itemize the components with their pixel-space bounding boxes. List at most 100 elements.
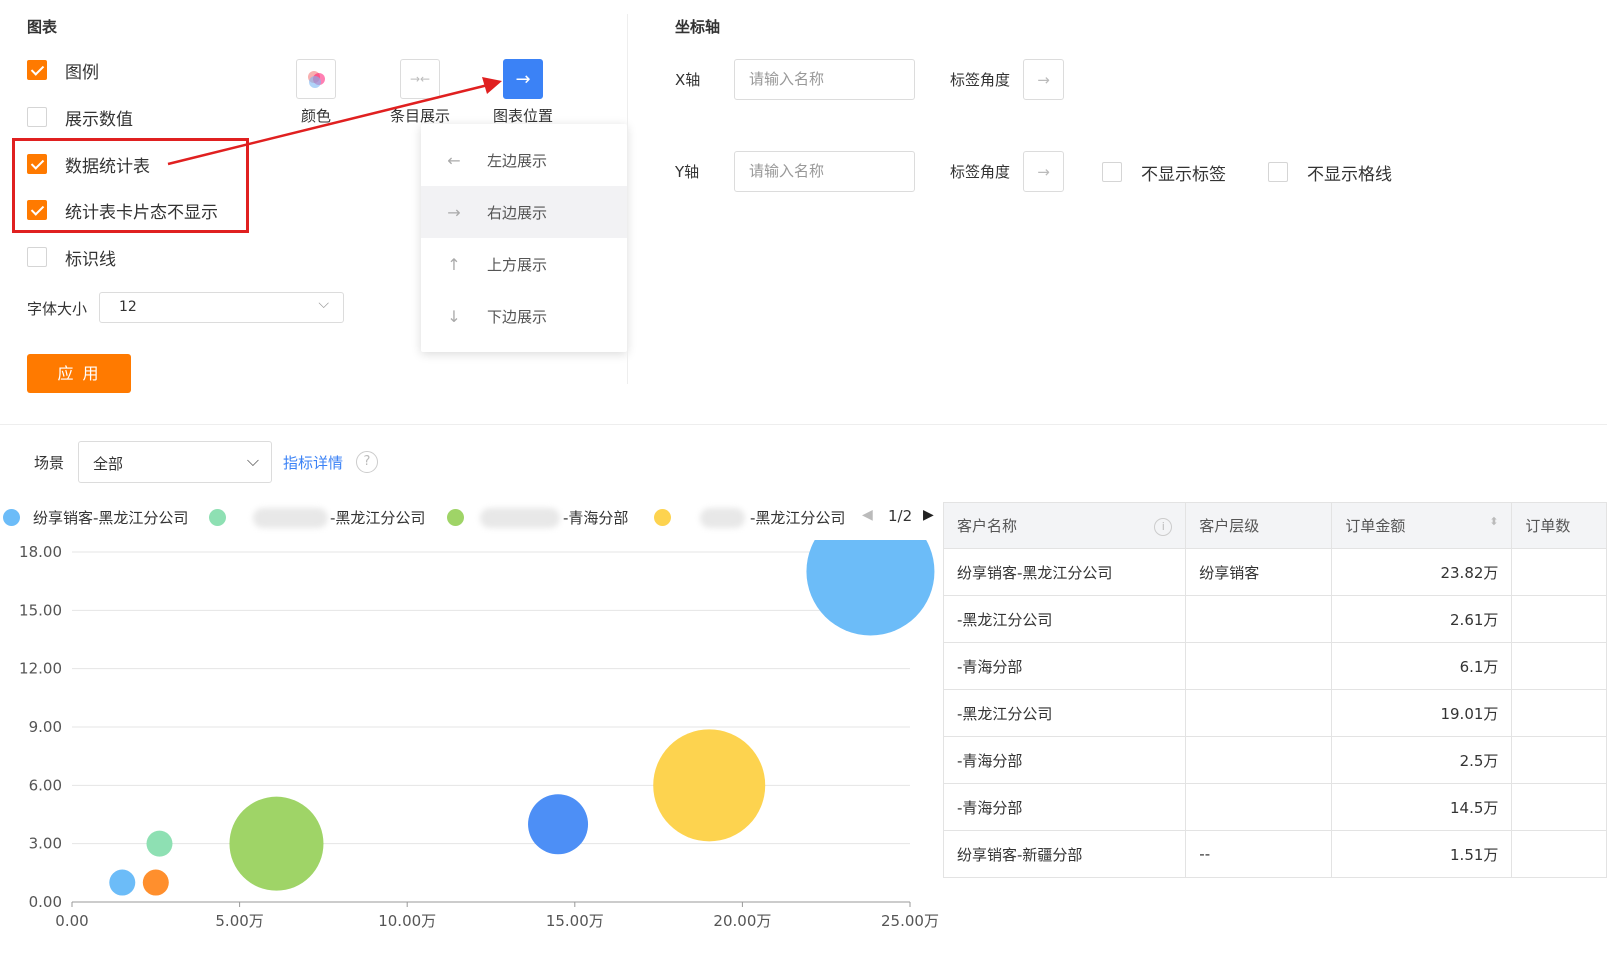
legend-label[interactable]: -黑龙江分公司 — [750, 507, 845, 528]
table-row[interactable]: -青海分部 2.5万 — [942, 736, 1607, 784]
sort-icon[interactable]: ⬍ — [1489, 515, 1498, 528]
data-table: 客户名称 i 客户层级 订单金额 ⬍ 订单数 纷享销客-黑龙江分公司 纷享销客 23.8… — [942, 502, 1607, 878]
position-menu-item[interactable]: → 右边展示 — [421, 186, 627, 238]
help-icon[interactable]: ? — [356, 451, 378, 473]
table-cell: -黑龙江分公司 — [942, 595, 1187, 643]
table-cell: -黑龙江分公司 — [942, 689, 1187, 737]
scene-select[interactable]: 全部 ⌵ — [78, 441, 272, 483]
table-cell — [1511, 689, 1607, 737]
indicator-detail-link[interactable]: 指标详情 — [283, 452, 343, 473]
bubble — [142, 869, 169, 896]
y-axis-name-input[interactable]: 请输入名称 — [734, 151, 915, 192]
bubble — [146, 830, 173, 857]
checkbox-5[interactable] — [27, 247, 47, 267]
table-header-row: 客户名称 i 客户层级 订单金额 ⬍ 订单数 — [942, 502, 1607, 549]
bubble — [528, 794, 589, 855]
position-menu-item[interactable]: ↓ 下边展示 — [421, 290, 627, 342]
x-tick-label: 20.00万 — [713, 912, 771, 930]
position-menu-item[interactable]: ↑ 上方展示 — [421, 238, 627, 290]
font-size-select[interactable]: 12 ⌵ — [99, 292, 344, 323]
table-cell: 6.1万 — [1331, 642, 1513, 690]
legend-page: 1/2 — [888, 507, 913, 525]
legend-dot[interactable] — [654, 509, 671, 526]
y-tick-label: 12.00 — [19, 660, 62, 678]
table-cell: 2.61万 — [1331, 595, 1513, 643]
checkbox-label-1: 图例 — [65, 63, 99, 83]
info-icon[interactable]: i — [1154, 518, 1173, 536]
table-cell — [1511, 830, 1607, 878]
y-tick-label: 3.00 — [29, 835, 62, 853]
checkbox-2[interactable] — [27, 107, 47, 127]
position-menu-label: 上方展示 — [487, 255, 548, 274]
y-label-angle-label: 标签角度 — [950, 163, 1011, 181]
legend-dot[interactable] — [3, 509, 20, 526]
section-divider — [0, 424, 1607, 425]
table-cell: 23.82万 — [1331, 548, 1513, 596]
position-menu-label: 右边展示 — [487, 203, 548, 222]
table-row[interactable]: 纷享销客-新疆分部 -- 1.51万 — [942, 830, 1607, 878]
table-cell: 纷享销客-黑龙江分公司 — [942, 548, 1187, 596]
y-tick-label: 15.00 — [19, 601, 62, 619]
legend-label[interactable]: -青海分部 — [563, 507, 628, 528]
position-menu-item[interactable]: ← 左边展示 — [421, 134, 627, 186]
arrow-right-icon: → — [1037, 70, 1050, 89]
y-tick-label: 6.00 — [29, 776, 62, 794]
arrow-icon: ↓ — [447, 306, 461, 326]
table-cell: 19.01万 — [1331, 689, 1513, 737]
table-row[interactable]: -黑龙江分公司 19.01万 — [942, 689, 1607, 737]
bubble — [109, 869, 136, 896]
x-axis-name-input[interactable]: 请输入名称 — [734, 59, 915, 100]
y-tick-label: 9.00 — [29, 718, 62, 736]
legend-prev-icon[interactable]: ◀ — [862, 507, 873, 523]
column-header-orders: 订单数 — [1511, 502, 1607, 549]
table-cell: -青海分部 — [942, 642, 1187, 690]
table-cell — [1185, 783, 1333, 831]
hide-grid-label: 不显示格线 — [1307, 165, 1392, 185]
table-cell: 1.51万 — [1331, 830, 1513, 878]
y-label-angle-button[interactable]: → — [1023, 151, 1064, 192]
legend-dot[interactable] — [447, 509, 464, 526]
divider — [627, 14, 628, 384]
font-size-value: 12 — [119, 299, 137, 315]
x-tick-label: 0.00 — [55, 912, 88, 930]
table-row[interactable]: 纷享销客-黑龙江分公司 纷享销客 23.82万 — [942, 548, 1607, 596]
legend-label[interactable]: 纷享销客-黑龙江分公司 — [33, 507, 188, 528]
y-tick-label: 0.00 — [29, 893, 62, 911]
arrow-right-icon: → — [515, 68, 531, 90]
table-cell — [1185, 642, 1333, 690]
hide-labels-checkbox[interactable] — [1102, 162, 1122, 182]
x-tick-label: 15.00万 — [546, 912, 604, 930]
checkbox-1[interactable] — [27, 60, 47, 80]
arrow-icon: → — [447, 202, 461, 222]
table-cell — [1185, 736, 1333, 784]
scene-label: 场景 — [34, 454, 65, 472]
legend-dot[interactable] — [209, 509, 226, 526]
table-cell: 2.5万 — [1331, 736, 1513, 784]
position-menu-label: 左边展示 — [487, 151, 548, 170]
column-header-amount[interactable]: 订单金额 ⬍ — [1331, 502, 1513, 549]
table-row[interactable]: -青海分部 14.5万 — [942, 783, 1607, 831]
table-row[interactable]: -黑龙江分公司 2.61万 — [942, 595, 1607, 643]
table-cell: 纷享销客 — [1185, 548, 1333, 596]
x-tick-label: 25.00万 — [881, 912, 939, 930]
font-size-label: 字体大小 — [27, 300, 88, 318]
arrow-icon: ↑ — [447, 254, 461, 274]
bubble-chart: 0.00 3.00 6.00 9.00 12.00 15.00 18.00 0.00 5.00万… — [19, 540, 939, 930]
chevron-down-icon: ⌵ — [318, 296, 329, 312]
table-cell — [1511, 783, 1607, 831]
x-tick-label: 5.00万 — [215, 912, 263, 930]
y-tick-label: 18.00 — [19, 543, 62, 561]
x-tick-label: 10.00万 — [378, 912, 436, 930]
apply-button[interactable]: 应 用 — [27, 354, 131, 393]
legend-label[interactable]: -黑龙江分公司 — [330, 507, 425, 528]
table-cell: 14.5万 — [1331, 783, 1513, 831]
x-label-angle-button[interactable]: → — [1023, 59, 1064, 100]
table-row[interactable]: -青海分部 6.1万 — [942, 642, 1607, 690]
chevron-down-icon: ⌵ — [246, 451, 259, 470]
legend-next-icon[interactable]: ▶ — [923, 507, 934, 523]
y-axis-label: Y轴 — [675, 163, 700, 181]
table-cell — [1511, 642, 1607, 690]
chart-section-title: 图表 — [27, 18, 58, 36]
hide-grid-checkbox[interactable] — [1268, 162, 1288, 182]
table-cell — [1185, 689, 1333, 737]
